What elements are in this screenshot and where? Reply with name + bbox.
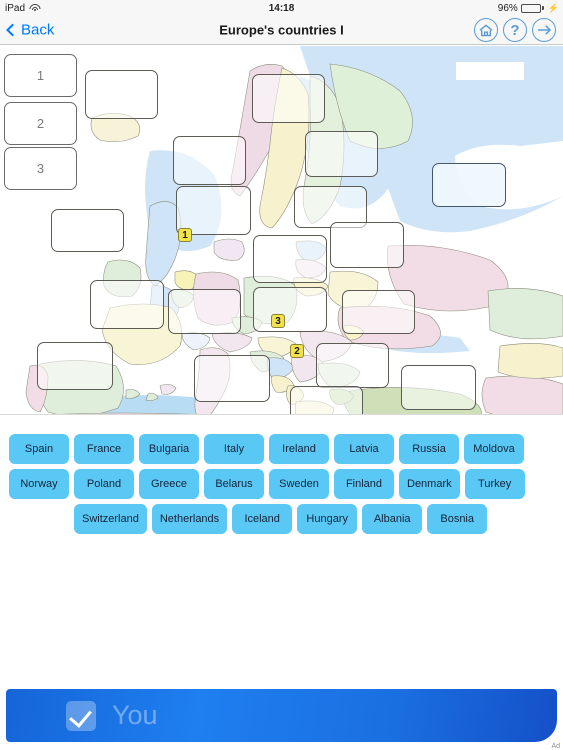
battery-percent: 96%: [497, 2, 518, 14]
answer-button-ireland[interactable]: Ireland: [269, 434, 329, 464]
answer-button-greece[interactable]: Greece: [139, 469, 199, 499]
dropbox-greece[interactable]: [290, 386, 363, 414]
dropbox-russia[interactable]: [432, 163, 506, 207]
answer-button-moldova[interactable]: Moldova: [464, 434, 524, 464]
legend-slot-2[interactable]: 2: [4, 102, 77, 145]
help-icon-glyph: ?: [510, 21, 520, 39]
answer-button-switzerland[interactable]: Switzerland: [74, 504, 147, 534]
home-icon[interactable]: [474, 18, 498, 42]
answer-button-finland[interactable]: Finland: [334, 469, 394, 499]
dropbox-hungary[interactable]: [253, 287, 327, 332]
battery-icon: [520, 3, 544, 13]
ad-label: Ad: [551, 743, 560, 750]
dropbox-finland[interactable]: [305, 131, 378, 177]
legend-slot-3-label: 3: [36, 161, 45, 176]
dropbox-moldova[interactable]: [342, 290, 415, 334]
dropbox-spain[interactable]: [37, 342, 113, 390]
ad-headline: You: [112, 700, 158, 730]
dropbox-poland[interactable]: [253, 235, 327, 283]
answer-button-belarus[interactable]: Belarus: [204, 469, 264, 499]
blank-panel: [456, 62, 524, 80]
lightning-bolt-icon: ⚡: [547, 2, 559, 13]
answer-button-iceland[interactable]: Iceland: [232, 504, 293, 534]
answer-button-denmark[interactable]: Denmark: [399, 469, 460, 499]
map-marker-1-label: 1: [182, 229, 188, 241]
answer-button-sweden[interactable]: Sweden: [269, 469, 329, 499]
dropbox-ireland[interactable]: [51, 209, 124, 252]
answer-button-albania[interactable]: Albania: [362, 504, 423, 534]
status-bar-clock: 14:18: [268, 2, 295, 14]
map-marker-3[interactable]: 3: [271, 314, 285, 328]
map-marker-2-label: 2: [294, 345, 300, 357]
answer-button-bulgaria[interactable]: Bulgaria: [139, 434, 199, 464]
answer-row-3: Switzerland Netherlands Iceland Hungary …: [0, 504, 563, 534]
status-bar: iPad 14:18 96% ⚡: [0, 0, 563, 16]
legend-slot-2-label: 2: [36, 116, 45, 131]
answer-button-poland[interactable]: Poland: [74, 469, 134, 499]
answer-button-france[interactable]: France: [74, 434, 134, 464]
dropbox-france[interactable]: [90, 280, 164, 329]
answer-button-latvia[interactable]: Latvia: [334, 434, 394, 464]
dropbox-sweden[interactable]: [252, 74, 325, 123]
map-canvas[interactable]: 1 2 3 1 3 2: [0, 46, 563, 414]
dropbox-belarus[interactable]: [330, 222, 404, 268]
answer-button-hungary[interactable]: Hungary: [297, 504, 358, 534]
answer-button-norway[interactable]: Norway: [9, 469, 69, 499]
navigation-bar: Back Europe's countries I ?: [0, 16, 563, 45]
answer-button-bosnia[interactable]: Bosnia: [427, 504, 488, 534]
checkbox-checked-icon: [66, 700, 96, 731]
app-root: iPad 14:18 96% ⚡ Back Europe's countries…: [0, 0, 563, 750]
map-marker-2[interactable]: 2: [290, 344, 304, 358]
next-arrow-icon[interactable]: [532, 18, 556, 42]
dropbox-iceland[interactable]: [85, 70, 158, 119]
answer-button-netherlands[interactable]: Netherlands: [151, 504, 228, 534]
answer-bank: Spain France Bulgaria Italy Ireland Latv…: [0, 414, 563, 544]
dropbox-switzerland[interactable]: [168, 289, 241, 334]
answer-button-russia[interactable]: Russia: [399, 434, 459, 464]
map-marker-1[interactable]: 1: [178, 228, 192, 242]
help-icon[interactable]: ?: [503, 18, 527, 42]
dropbox-bulgaria[interactable]: [316, 343, 389, 388]
answer-button-italy[interactable]: Italy: [204, 434, 264, 464]
status-bar-right: 96% ⚡: [498, 3, 559, 14]
answer-button-turkey[interactable]: Turkey: [464, 469, 525, 499]
dropbox-italy[interactable]: [194, 355, 270, 402]
map-marker-3-label: 3: [275, 315, 281, 327]
answer-button-spain[interactable]: Spain: [9, 434, 69, 464]
legend-slot-1[interactable]: 1: [4, 54, 77, 97]
legend-slot-1-label: 1: [36, 68, 45, 83]
answer-row-2: Norway Poland Greece Belarus Sweden Finl…: [0, 469, 563, 499]
answer-row-1: Spain France Bulgaria Italy Ireland Latv…: [0, 434, 563, 464]
legend-slot-3[interactable]: 3: [4, 147, 77, 190]
ad-banner[interactable]: You: [6, 689, 557, 742]
nav-icon-group: ?: [474, 18, 556, 42]
dropbox-norway[interactable]: [173, 136, 246, 185]
dropbox-turkey[interactable]: [401, 365, 476, 410]
